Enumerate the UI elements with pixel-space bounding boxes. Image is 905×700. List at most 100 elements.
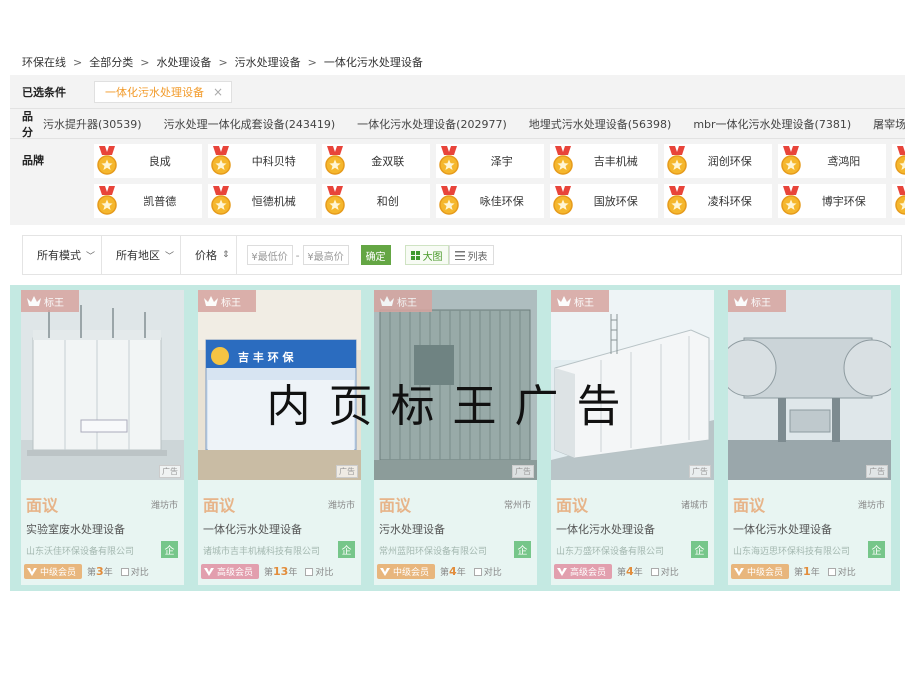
list-view-button[interactable]: 列表 <box>448 245 494 265</box>
company-name[interactable]: 诸城市吉丰机械科技有限公司 <box>203 544 320 557</box>
product-name[interactable]: 一体化污水处理设备 <box>203 521 302 537</box>
medal-icon <box>210 186 231 215</box>
compare-checkbox[interactable]: 对比 <box>473 565 502 578</box>
breadcrumb-item[interactable]: 水处理设备 <box>156 54 211 70</box>
compare-label: 对比 <box>483 568 502 578</box>
brand-item[interactable]: 博宇环保 <box>777 184 886 218</box>
breadcrumb-item[interactable]: 一体化污水处理设备 <box>324 54 423 70</box>
enterprise-icon[interactable]: 企 <box>338 541 355 558</box>
mode-dropdown[interactable]: 所有模式 ﹀ <box>37 247 95 263</box>
member-info: 中级会员 第3年 对比 <box>24 564 149 579</box>
breadcrumb-item[interactable]: 全部分类 <box>89 54 133 70</box>
years-suffix: 年 <box>288 568 298 578</box>
category-link[interactable]: 地埋式污水处理设备(56398) <box>529 116 672 132</box>
member-info: 中级会员 第1年 对比 <box>731 564 856 579</box>
product-city: 潍坊市 <box>327 501 355 511</box>
brand-label: 品牌 <box>22 154 44 167</box>
brand-item[interactable] <box>891 144 905 178</box>
category-list: 污水提升器(30539) 污水处理一体化成套设备(243419) 一体化污水处理… <box>43 116 905 132</box>
brand-item[interactable]: 凯普德 <box>93 184 202 218</box>
compare-checkbox[interactable]: 对比 <box>120 565 149 578</box>
product-card[interactable]: 标王 广告 面议 潍坊市 一体化污水处理设备 山东海迈思环保科技有限公司 企中级会员 第1年 对… <box>728 290 891 585</box>
brand-item[interactable]: 国放环保 <box>549 184 658 218</box>
years-prefix: 第 <box>87 568 97 578</box>
close-icon[interactable]: × <box>213 85 223 99</box>
compare-checkbox[interactable]: 对比 <box>305 565 333 578</box>
chevron-down-icon: ﹀ <box>165 251 175 262</box>
compare-checkbox[interactable]: 对比 <box>827 565 856 578</box>
price-range-dash: - <box>295 248 300 262</box>
category-link[interactable]: 一体化污水处理设备(202977) <box>357 116 507 132</box>
product-name[interactable]: 一体化污水处理设备 <box>733 521 832 537</box>
brand-name: 中科贝特 <box>251 155 296 168</box>
enterprise-icon[interactable]: 企 <box>514 541 531 558</box>
member-badge: 中级会员 <box>24 564 83 579</box>
category-link[interactable]: 污水提升器(30539) <box>43 116 142 132</box>
compare-label: 对比 <box>315 568 334 578</box>
brand-item[interactable]: 鸢鸿阳 <box>777 144 886 178</box>
compare-label: 对比 <box>660 568 679 578</box>
product-name[interactable]: 一体化污水处理设备 <box>556 521 655 537</box>
category-link[interactable]: 污水处理一体化成套设备(243419) <box>164 116 336 132</box>
enterprise-icon[interactable]: 企 <box>161 541 178 558</box>
product-price: 面议 <box>203 496 236 515</box>
brand-item[interactable]: 润创环保 <box>663 144 772 178</box>
company-name[interactable]: 常州蓝阳环保设备有限公司 <box>379 544 487 557</box>
years-suffix: 年 <box>633 568 643 578</box>
enterprise-icon[interactable]: 企 <box>868 541 885 558</box>
brand-item[interactable]: 恒德机械 <box>207 184 316 218</box>
breadcrumb-item[interactable]: 环保在线 <box>22 54 66 70</box>
medal-icon <box>324 146 345 175</box>
price-sort[interactable]: 价格 ⇕ <box>195 247 230 263</box>
category-link[interactable]: mbr一体化污水处理设备(7381) <box>693 116 851 132</box>
years-suffix: 年 <box>810 568 820 578</box>
brand-item[interactable] <box>891 184 905 218</box>
product-name[interactable]: 污水处理设备 <box>379 521 445 537</box>
filter-panel: 已选条件 一体化污水处理设备 × 产品分类 污水提升器(30539) 污水处理一… <box>10 75 905 225</box>
min-price-input[interactable]: ¥最低价 <box>246 245 293 265</box>
member-level: 中级会员 <box>393 568 430 578</box>
brand-item[interactable]: 凌科环保 <box>663 184 772 218</box>
selected-filter-chip[interactable]: 一体化污水处理设备 × <box>94 80 233 103</box>
product-card[interactable]: 标王 广告 面议 常州市 污水处理设备 常州蓝阳环保设备有限公司 企中级会员 第4年 对比 <box>374 290 537 585</box>
brand-name: 吉丰机械 <box>593 155 638 168</box>
brand-name: 鸢鸿阳 <box>827 155 861 168</box>
product-name[interactable]: 实验室废水处理设备 <box>26 521 125 537</box>
enterprise-icon[interactable]: 企 <box>691 541 708 558</box>
chip-label: 一体化污水处理设备 <box>105 85 204 99</box>
brand-item[interactable]: 良成 <box>93 144 202 178</box>
product-price: 面议 <box>733 496 766 515</box>
category-link[interactable]: 屠宰场 <box>873 116 905 132</box>
brand-name: 凯普德 <box>143 195 177 208</box>
product-city: 潍坊市 <box>150 501 178 511</box>
grid-icon <box>410 250 420 260</box>
breadcrumb-item[interactable]: 污水处理设备 <box>235 54 301 70</box>
crown-icon <box>380 296 394 306</box>
brand-item[interactable]: 和创 <box>321 184 430 218</box>
biaowang-badge: 标王 <box>21 290 79 312</box>
membership-years: 第3年 <box>87 565 113 578</box>
medal-icon <box>666 186 687 215</box>
product-card[interactable]: 标王 广告 面议 诸城市 一体化污水处理设备 山东万盛环保设备有限公司 企高级会员 第4年 对比 <box>551 290 714 585</box>
grid-view-button[interactable]: 大图 <box>404 245 449 265</box>
region-dropdown[interactable]: 所有地区 ﹀ <box>116 247 174 263</box>
company-name[interactable]: 山东海迈思环保科技有限公司 <box>733 544 850 557</box>
compare-label: 对比 <box>130 568 149 578</box>
product-price: 面议 <box>26 496 59 515</box>
mode-label: 所有模式 <box>37 249 81 262</box>
brand-item[interactable]: 泽宇 <box>435 144 544 178</box>
ad-tag: 广告 <box>689 465 711 478</box>
biaowang-badge: 标王 <box>198 290 256 312</box>
confirm-price-button[interactable]: 确定 <box>360 245 391 265</box>
compare-checkbox[interactable]: 对比 <box>650 565 679 578</box>
brand-item[interactable]: 金双联 <box>321 144 430 178</box>
brand-item[interactable]: 咏佳环保 <box>435 184 544 218</box>
product-card[interactable]: 标王 广告 面议 潍坊市 实验室废水处理设备 山东沃佳环保设备有限公司 企中级会员 第3年 对比 <box>21 290 184 585</box>
brand-name: 咏佳环保 <box>479 195 524 208</box>
product-card[interactable]: 吉 丰 环 保 标王 广告 面议 潍坊市 一体化污水处理设备 诸城市吉丰机械科技有限公司 企高… <box>198 290 361 585</box>
max-price-input[interactable]: ¥最高价 <box>302 245 349 265</box>
brand-item[interactable]: 吉丰机械 <box>549 144 658 178</box>
brand-item[interactable]: 中科贝特 <box>207 144 316 178</box>
company-name[interactable]: 山东沃佳环保设备有限公司 <box>26 544 134 557</box>
company-name[interactable]: 山东万盛环保设备有限公司 <box>556 544 664 557</box>
